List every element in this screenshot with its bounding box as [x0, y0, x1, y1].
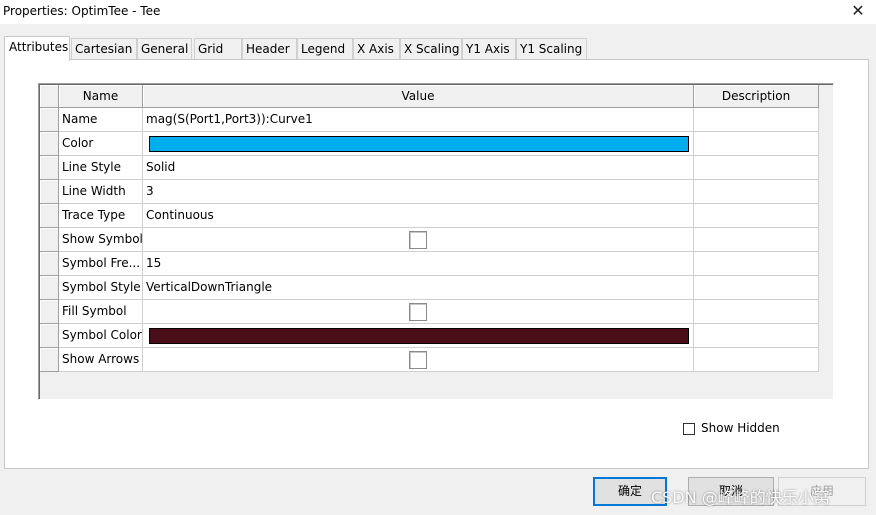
row-selector[interactable]: [40, 348, 59, 372]
grid-row-trace-type: Trace Type Continuous: [40, 204, 819, 228]
property-name: Show Symbol: [59, 228, 143, 252]
grid-row-show-symbol: Show Symbol: [40, 228, 819, 252]
grid-row-line-width: Line Width 3: [40, 180, 819, 204]
tab-cartesian[interactable]: Cartesian: [71, 38, 137, 60]
property-value-checkbox: [143, 348, 694, 372]
color-swatch[interactable]: [149, 328, 689, 344]
row-selector[interactable]: [40, 324, 59, 348]
property-description[interactable]: [694, 204, 819, 228]
property-description[interactable]: [694, 156, 819, 180]
grid-row-symbol-frequency: Symbol Fre... 15: [40, 252, 819, 276]
apply-button[interactable]: 应用: [778, 477, 866, 506]
property-value[interactable]: Continuous: [143, 204, 694, 228]
grid-row-show-arrows: Show Arrows: [40, 348, 819, 372]
property-name: Name: [59, 108, 143, 132]
row-selector-header: [40, 85, 59, 108]
property-value[interactable]: VerticalDownTriangle: [143, 276, 694, 300]
property-value-checkbox: [143, 300, 694, 324]
column-header-description[interactable]: Description: [694, 85, 819, 108]
property-value[interactable]: Solid: [143, 156, 694, 180]
tab-x-axis[interactable]: X Axis: [353, 38, 400, 60]
property-name: Color: [59, 132, 143, 156]
property-description[interactable]: [694, 348, 819, 372]
row-selector[interactable]: [40, 252, 59, 276]
property-name: Show Arrows: [59, 348, 143, 372]
row-selector[interactable]: [40, 156, 59, 180]
grid-row-name: Name mag(S(Port1,Port3)):Curve1: [40, 108, 819, 132]
show-hidden-label: Show Hidden: [701, 421, 780, 435]
tab-header[interactable]: Header: [242, 38, 297, 60]
property-name: Trace Type: [59, 204, 143, 228]
tab-x-scaling[interactable]: X Scaling: [400, 38, 462, 60]
property-value[interactable]: 15: [143, 252, 694, 276]
property-grid: Name Value Description Name mag(S(Port1,…: [38, 83, 834, 400]
grid-row-line-style: Line Style Solid: [40, 156, 819, 180]
show-symbol-checkbox[interactable]: [409, 231, 427, 249]
tab-y1-axis[interactable]: Y1 Axis: [462, 38, 516, 60]
property-value[interactable]: 3: [143, 180, 694, 204]
property-description[interactable]: [694, 132, 819, 156]
property-name: Symbol Style: [59, 276, 143, 300]
tab-general[interactable]: General: [137, 38, 192, 60]
row-selector[interactable]: [40, 300, 59, 324]
column-header-name[interactable]: Name: [59, 85, 143, 108]
color-swatch[interactable]: [149, 136, 689, 152]
property-value[interactable]: mag(S(Port1,Port3)):Curve1: [143, 108, 694, 132]
property-description[interactable]: [694, 180, 819, 204]
property-name: Line Width: [59, 180, 143, 204]
tab-legend[interactable]: Legend: [297, 38, 353, 60]
title-bar: Properties: OptimTee - Tee ✕: [0, 0, 876, 24]
grid-row-fill-symbol: Fill Symbol: [40, 300, 819, 324]
grid-row-color: Color: [40, 132, 819, 156]
property-name: Symbol Color: [59, 324, 143, 348]
property-value-color[interactable]: [143, 132, 694, 156]
property-value-checkbox: [143, 228, 694, 252]
column-header-value[interactable]: Value: [143, 85, 694, 108]
property-name: Symbol Fre...: [59, 252, 143, 276]
ok-button[interactable]: 确定: [593, 477, 667, 506]
grid-row-symbol-color: Symbol Color: [40, 324, 819, 348]
show-arrows-checkbox[interactable]: [409, 351, 427, 369]
tab-grid[interactable]: Grid: [194, 38, 242, 60]
row-selector[interactable]: [40, 132, 59, 156]
property-description[interactable]: [694, 252, 819, 276]
row-selector[interactable]: [40, 276, 59, 300]
property-description[interactable]: [694, 228, 819, 252]
row-selector[interactable]: [40, 180, 59, 204]
property-description[interactable]: [694, 108, 819, 132]
property-description[interactable]: [694, 324, 819, 348]
tab-attributes[interactable]: Attributes: [4, 36, 70, 61]
property-value-color[interactable]: [143, 324, 694, 348]
cancel-button[interactable]: 取消: [688, 477, 774, 506]
show-hidden-checkbox[interactable]: [683, 423, 695, 435]
row-selector[interactable]: [40, 204, 59, 228]
attributes-panel: Name Value Description Name mag(S(Port1,…: [4, 59, 869, 469]
grid-row-symbol-style: Symbol Style VerticalDownTriangle: [40, 276, 819, 300]
close-icon[interactable]: ✕: [846, 0, 870, 24]
property-name: Line Style: [59, 156, 143, 180]
property-description[interactable]: [694, 276, 819, 300]
tab-y1-scaling[interactable]: Y1 Scaling: [516, 38, 587, 60]
window-title: Properties: OptimTee - Tee: [3, 4, 161, 18]
property-description[interactable]: [694, 300, 819, 324]
fill-symbol-checkbox[interactable]: [409, 303, 427, 321]
row-selector[interactable]: [40, 228, 59, 252]
property-name: Fill Symbol: [59, 300, 143, 324]
row-selector[interactable]: [40, 108, 59, 132]
